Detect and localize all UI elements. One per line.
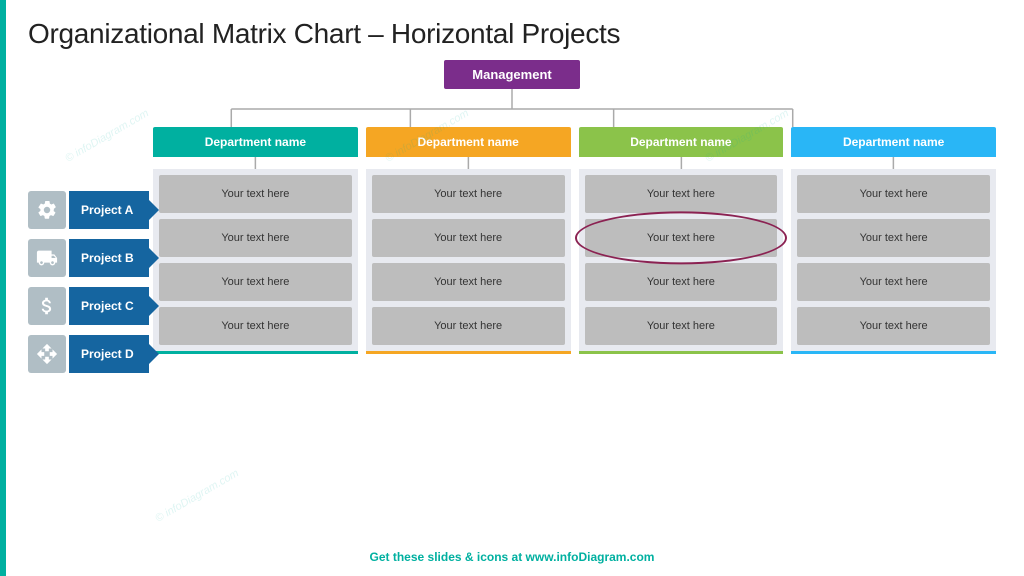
- footer-brand: infoDiagram: [556, 550, 626, 564]
- dept-header-4: Department name: [791, 127, 996, 157]
- main-grid: Project A Project B Projec: [28, 127, 996, 381]
- connector-svg: [28, 89, 996, 127]
- footer-prefix: Get these slides & icons at www.: [370, 550, 557, 564]
- dept-cell: Your text here: [797, 263, 990, 301]
- dept-cell: Your text here: [159, 307, 352, 345]
- dept-body-1: Your text here Your text here Your text …: [153, 169, 358, 354]
- footer-suffix: .com: [626, 550, 654, 564]
- dept-column-2: Department name Your text here Your text…: [366, 127, 571, 354]
- dept-column-4: Department name Your text here Your text…: [791, 127, 996, 354]
- project-row: Project B: [28, 237, 149, 279]
- dept-cell: Your text here: [159, 219, 352, 257]
- dept-cell: Your text here: [372, 263, 565, 301]
- chart-area: Management: [28, 60, 996, 546]
- page-title: Organizational Matrix Chart – Horizontal…: [28, 18, 996, 50]
- dept-header-2: Department name: [366, 127, 571, 157]
- management-row: Management: [28, 60, 996, 89]
- project-row: Project D: [28, 333, 149, 375]
- dept-cell: Your text here: [585, 307, 778, 345]
- dept-body-3: Your text here Your text here Your text …: [579, 169, 784, 354]
- project-icon-arrows: [28, 335, 66, 373]
- dept-cell: Your text here: [797, 219, 990, 257]
- dept-column-1: Department name Your text here Your text…: [153, 127, 358, 354]
- dept-connector-3: [579, 157, 784, 169]
- project-row: Project A: [28, 189, 149, 231]
- dept-cell-highlighted: Your text here: [585, 219, 778, 257]
- dept-connector-4: [791, 157, 996, 169]
- project-row: Project C: [28, 285, 149, 327]
- dept-header-1: Department name: [153, 127, 358, 157]
- dept-cell: Your text here: [372, 175, 565, 213]
- project-label-d: Project D: [69, 335, 149, 373]
- dept-header-3: Department name: [579, 127, 784, 157]
- dept-body-4: Your text here Your text here Your text …: [791, 169, 996, 354]
- dept-cell: Your text here: [797, 307, 990, 345]
- dept-cell: Your text here: [159, 175, 352, 213]
- project-icon-hand-box: [28, 239, 66, 277]
- page: Organizational Matrix Chart – Horizontal…: [0, 0, 1024, 576]
- dept-cell: Your text here: [372, 307, 565, 345]
- dept-cell: Your text here: [585, 263, 778, 301]
- project-label-b: Project B: [69, 239, 149, 277]
- project-icon-gear: [28, 191, 66, 229]
- dept-body-2: Your text here Your text here Your text …: [366, 169, 571, 354]
- dept-cell: Your text here: [585, 175, 778, 213]
- footer: Get these slides & icons at www.infoDiag…: [28, 550, 996, 564]
- dept-columns: Department name Your text here Your text…: [153, 127, 996, 354]
- dept-connector-2: [366, 157, 571, 169]
- dept-column-3: Department name Your text here Your text…: [579, 127, 784, 354]
- project-label-c: Project C: [69, 287, 149, 325]
- dept-cell: Your text here: [797, 175, 990, 213]
- project-icon-dollar: [28, 287, 66, 325]
- dept-cell: Your text here: [159, 263, 352, 301]
- project-label-a: Project A: [69, 191, 149, 229]
- dept-cell: Your text here: [372, 219, 565, 257]
- accent-bar: [0, 0, 6, 576]
- projects-column: Project A Project B Projec: [28, 127, 149, 381]
- dept-connector-1: [153, 157, 358, 169]
- management-box: Management: [444, 60, 579, 89]
